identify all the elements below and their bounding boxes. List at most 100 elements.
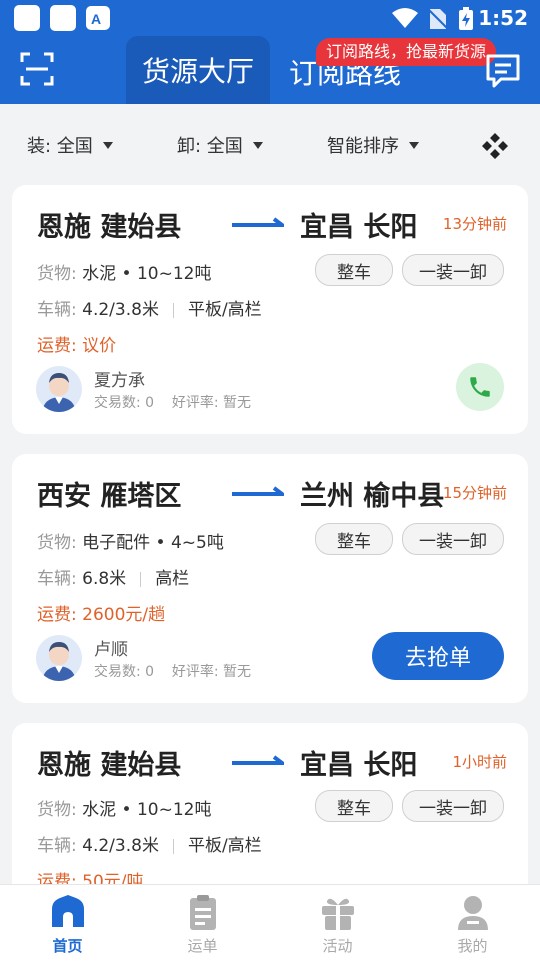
divider xyxy=(172,838,174,854)
route: 恩施 建始县 宜昌 长阳 13分钟前 xyxy=(37,205,507,243)
freight-fee: 运费: 议价 xyxy=(37,331,116,356)
phone-icon xyxy=(470,377,490,397)
vehicle-label: 车辆: xyxy=(37,300,77,320)
clipboard-icon xyxy=(189,895,216,930)
user-icon xyxy=(457,896,488,930)
app-notification-icon: A xyxy=(86,6,110,30)
vehicle-size: 6.8米 xyxy=(82,569,127,589)
status-bar: A 1:52 xyxy=(0,0,540,36)
route-arrow-icon xyxy=(232,755,284,765)
filter-label: 智能排序 xyxy=(327,136,399,157)
header: 货源大厅 订阅路线 订阅路线，抢最新货源 xyxy=(0,36,540,104)
nav-label: 首页 xyxy=(52,937,83,955)
cargo-card[interactable]: 西安 雁塔区 兰州 榆中县 15分钟前 货物: 电子配件 • 4~5吨 整车 一… xyxy=(12,454,528,703)
nav-label: 我的 xyxy=(457,937,488,955)
category-grid-icon[interactable] xyxy=(481,132,509,160)
vehicle-label: 车辆: xyxy=(37,836,77,856)
chevron-down-icon xyxy=(409,141,419,149)
gift-icon xyxy=(321,898,354,930)
vehicle-info: 车辆: 6.8米 高栏 xyxy=(37,564,189,589)
filter-label: 卸: 全国 xyxy=(177,136,243,157)
route: 西安 雁塔区 兰州 榆中县 15分钟前 xyxy=(37,474,507,512)
no-sim-icon xyxy=(427,8,448,29)
tag-full-load: 整车 xyxy=(315,254,393,286)
vehicle-size: 4.2/3.8米 xyxy=(82,300,159,320)
grab-order-button[interactable]: 去抢单 xyxy=(372,632,504,680)
post-time: 13分钟前 xyxy=(442,215,507,233)
origin-city: 西安 雁塔区 xyxy=(37,481,182,512)
cargo-label: 货物: xyxy=(37,533,77,553)
route: 恩施 建始县 宜昌 长阳 1小时前 xyxy=(37,743,507,781)
shipper-name: 卢顺 xyxy=(94,640,128,660)
cargo-info: 货物: 水泥 • 10~12吨 xyxy=(37,795,211,820)
tag-full-load: 整车 xyxy=(315,523,393,555)
rating: 好评率: 暂无 xyxy=(171,664,252,680)
home-icon xyxy=(51,895,84,927)
freight-fee: 运费: 2600元/趟 xyxy=(37,600,165,625)
route-arrow-icon xyxy=(232,486,284,496)
person-avatar-icon xyxy=(42,642,76,681)
nav-waybill[interactable]: 运单 xyxy=(135,885,270,961)
nav-activity[interactable]: 活动 xyxy=(270,885,405,961)
destination-city: 兰州 榆中县 xyxy=(300,481,445,512)
nav-profile[interactable]: 我的 xyxy=(405,885,540,961)
origin-city: 恩施 建始县 xyxy=(37,212,182,243)
divider xyxy=(140,571,142,587)
filter-bar: 装: 全国 卸: 全国 智能排序 xyxy=(0,104,540,184)
post-time: 15分钟前 xyxy=(442,484,507,502)
promo-badge: 订阅路线，抢最新货源 xyxy=(316,38,497,66)
chevron-down-icon xyxy=(102,141,113,149)
destination-city: 宜昌 长阳 xyxy=(300,212,418,243)
cargo-label: 货物: xyxy=(37,264,77,284)
fee-label: 运费: xyxy=(37,336,77,356)
shipper-stats: 交易数: 0 好评率: 暂无 xyxy=(94,661,251,681)
svg-text:A: A xyxy=(91,11,101,27)
shipper-stats: 交易数: 0 好评率: 暂无 xyxy=(94,392,251,412)
fee-value: 2600元/趟 xyxy=(82,605,166,625)
destination-city: 宜昌 长阳 xyxy=(300,750,418,781)
fee-value: 议价 xyxy=(82,336,117,356)
cargo-info: 货物: 电子配件 • 4~5吨 xyxy=(37,528,224,553)
vehicle-info: 车辆: 4.2/3.8米 平板/高栏 xyxy=(37,295,262,320)
message-icon[interactable] xyxy=(484,52,522,90)
vehicle-type: 平板/高栏 xyxy=(187,300,262,320)
bottom-nav: 首页 运单 活动 我的 xyxy=(0,884,540,961)
call-button[interactable] xyxy=(456,363,504,411)
vehicle-type: 高栏 xyxy=(155,569,190,589)
divider xyxy=(172,302,174,318)
battery-icon xyxy=(459,7,473,30)
nav-label: 活动 xyxy=(322,937,353,955)
nav-label: 运单 xyxy=(187,937,218,955)
filter-label: 装: 全国 xyxy=(27,136,93,157)
cargo-label: 货物: xyxy=(37,800,77,820)
post-time: 1小时前 xyxy=(452,753,507,771)
person-avatar-icon xyxy=(42,373,76,412)
tag-one-load-one-unload: 一装一卸 xyxy=(402,523,504,555)
trade-count: 交易数: 0 xyxy=(94,664,155,680)
nav-home[interactable]: 首页 xyxy=(0,885,135,961)
origin-city: 恩施 建始县 xyxy=(37,750,182,781)
wifi-icon xyxy=(392,8,418,28)
status-time: 1:52 xyxy=(478,6,528,30)
avatar xyxy=(36,366,82,412)
vehicle-type: 平板/高栏 xyxy=(187,836,262,856)
rating: 好评率: 暂无 xyxy=(171,395,252,411)
shipper-name: 夏方承 xyxy=(94,371,145,391)
cargo-value: 水泥 • 10~12吨 xyxy=(82,800,212,820)
vehicle-size: 4.2/3.8米 xyxy=(82,836,159,856)
filter-unload-location[interactable]: 卸: 全国 xyxy=(177,132,263,158)
cargo-card[interactable]: 恩施 建始县 宜昌 长阳 13分钟前 货物: 水泥 • 10~12吨 整车 一装… xyxy=(12,185,528,434)
scan-icon[interactable] xyxy=(20,52,54,86)
fee-label: 运费: xyxy=(37,605,77,625)
route-arrow-icon xyxy=(232,217,284,227)
tab-cargo-hall[interactable]: 货源大厅 xyxy=(126,36,270,104)
top-bar: A 1:52 货源大厅 订阅路线 订阅路线，抢最新货源 xyxy=(0,0,540,104)
vehicle-info: 车辆: 4.2/3.8米 平板/高栏 xyxy=(37,831,262,856)
cargo-info: 货物: 水泥 • 10~12吨 xyxy=(37,259,211,284)
notification-icon xyxy=(50,5,76,31)
cargo-value: 水泥 • 10~12吨 xyxy=(82,264,212,284)
filter-load-location[interactable]: 装: 全国 xyxy=(27,132,113,158)
trade-count: 交易数: 0 xyxy=(94,395,155,411)
filter-sort[interactable]: 智能排序 xyxy=(327,132,419,158)
tag-full-load: 整车 xyxy=(315,790,393,822)
